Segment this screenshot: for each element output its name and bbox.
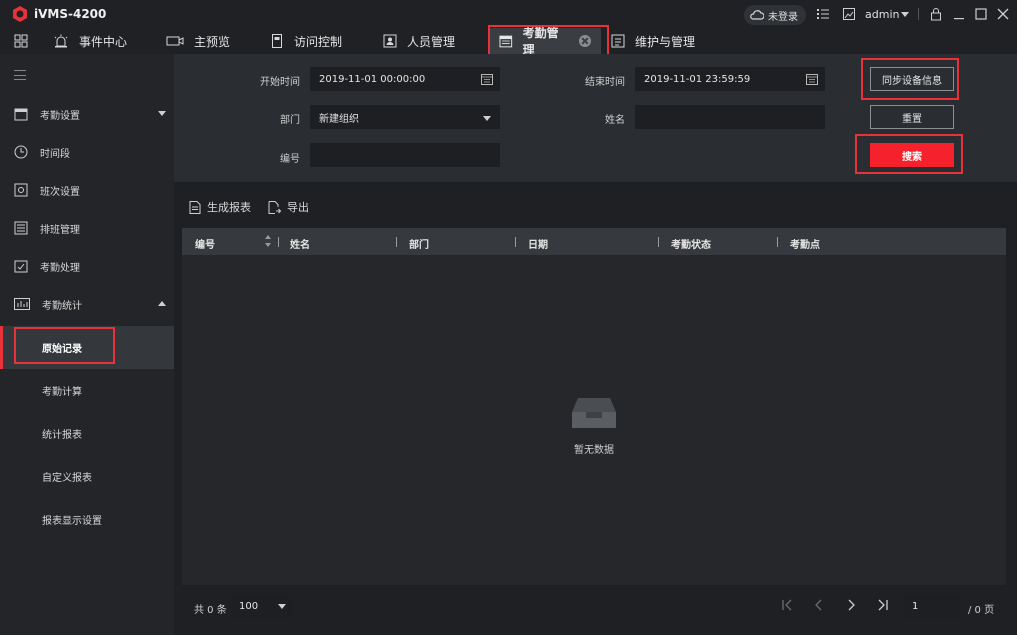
tab-event-center[interactable]: 事件中心 bbox=[53, 28, 127, 54]
column-separator[interactable] bbox=[658, 237, 659, 247]
name-input[interactable] bbox=[635, 105, 825, 129]
sidebar-item-attendance-statistics[interactable]: 考勤统计 bbox=[0, 285, 174, 323]
calendar-picker-icon[interactable] bbox=[481, 73, 493, 85]
login-status-label: 未登录 bbox=[768, 11, 798, 23]
start-time-input[interactable]: 2019-11-01 00:00:00 bbox=[310, 67, 500, 91]
chevron-down-icon bbox=[483, 116, 491, 121]
cloud-icon bbox=[750, 10, 764, 20]
sidebar-item-shift-settings[interactable]: 班次设置 bbox=[0, 171, 174, 209]
app-title: iVMS-4200 bbox=[34, 7, 107, 21]
alarm-light-icon bbox=[54, 34, 68, 48]
first-page-icon[interactable] bbox=[780, 598, 794, 612]
id-label: 编号 bbox=[280, 154, 300, 165]
column-header-department[interactable]: 部门 bbox=[409, 236, 429, 251]
check-calendar-icon bbox=[14, 260, 28, 273]
total-pages: / 0 页 bbox=[968, 605, 995, 616]
table-header: 编号 姓名 部门 日期 考勤状态 考勤点 bbox=[182, 228, 1006, 255]
export-button[interactable]: 导出 bbox=[268, 199, 309, 215]
end-time-label: 结束时间 bbox=[585, 77, 625, 88]
last-page-icon[interactable] bbox=[876, 598, 890, 612]
sidebar-item-attendance-handling[interactable]: 考勤处理 bbox=[0, 247, 174, 285]
column-separator[interactable] bbox=[515, 237, 516, 247]
lock-icon[interactable] bbox=[929, 7, 943, 21]
chevron-down-icon bbox=[278, 604, 286, 609]
end-time-input[interactable]: 2019-11-01 23:59:59 bbox=[635, 67, 825, 91]
pagination-bar: 共 0 条 100 1 / 0 页 bbox=[182, 590, 1006, 624]
calendar-picker-icon[interactable] bbox=[806, 73, 818, 85]
page-number-input[interactable]: 1 bbox=[904, 594, 960, 618]
column-header-name[interactable]: 姓名 bbox=[290, 236, 310, 251]
name-label: 姓名 bbox=[605, 115, 625, 126]
user-dropdown-caret-icon[interactable] bbox=[901, 12, 909, 17]
close-window-icon[interactable] bbox=[996, 7, 1010, 21]
column-separator[interactable] bbox=[278, 237, 279, 247]
search-button[interactable]: 搜索 bbox=[870, 143, 954, 167]
sidebar-item-attendance-settings[interactable]: 考勤设置 bbox=[0, 95, 174, 133]
app-logo-icon bbox=[13, 6, 27, 22]
tab-attendance-management[interactable]: 考勤管理 bbox=[489, 26, 601, 57]
login-status-button[interactable]: 未登录 bbox=[744, 5, 806, 25]
user-name[interactable]: admin bbox=[865, 8, 899, 21]
camera-icon bbox=[166, 36, 184, 46]
sidebar-item-time-period[interactable]: 时间段 bbox=[0, 133, 174, 171]
start-time-label: 开始时间 bbox=[260, 77, 300, 88]
collapse-caret-icon bbox=[158, 301, 166, 306]
calendar-icon bbox=[14, 108, 28, 121]
next-page-icon[interactable] bbox=[844, 598, 858, 612]
sidebar-subitem-attendance-calculation[interactable]: 考勤计算 bbox=[0, 369, 174, 412]
title-bar: iVMS-4200 未登录 admin bbox=[0, 0, 1017, 28]
divider bbox=[918, 8, 919, 20]
close-tab-icon[interactable] bbox=[579, 35, 591, 47]
door-panel-icon bbox=[272, 34, 282, 48]
tab-person-management[interactable]: 人员管理 bbox=[383, 28, 455, 54]
module-nav: 事件中心 主预览 访问控制 人员管理 考勤管理 维护与管理 bbox=[0, 26, 1017, 57]
calendar-icon bbox=[499, 35, 513, 48]
reset-button[interactable]: 重置 bbox=[870, 105, 954, 129]
module-grid-icon[interactable] bbox=[14, 34, 28, 48]
report-icon bbox=[189, 200, 201, 214]
maximize-icon[interactable] bbox=[974, 7, 988, 21]
maintenance-icon bbox=[611, 34, 625, 48]
sidebar: 考勤设置 时间段 班次设置 排班管理 考勤处理 考勤统计 原始记录 考勤计算 统… bbox=[0, 54, 174, 635]
table-body: 暂无数据 bbox=[182, 255, 1006, 585]
department-label: 部门 bbox=[280, 115, 300, 126]
person-card-icon bbox=[383, 34, 397, 48]
sidebar-subitem-custom-report[interactable]: 自定义报表 bbox=[0, 455, 174, 498]
tab-maintenance[interactable]: 维护与管理 bbox=[611, 28, 695, 54]
column-separator[interactable] bbox=[777, 237, 778, 247]
total-count: 共 0 条 bbox=[194, 605, 227, 616]
clock-icon bbox=[14, 145, 28, 159]
empty-state-text: 暂无数据 bbox=[574, 445, 614, 456]
sidebar-subitem-statistics-report[interactable]: 统计报表 bbox=[0, 412, 174, 455]
tab-access-control[interactable]: 访问控制 bbox=[270, 28, 342, 54]
filter-panel: 开始时间 2019-11-01 00:00:00 结束时间 2019-11-01… bbox=[174, 54, 1017, 182]
column-header-id[interactable]: 编号 bbox=[195, 236, 215, 251]
expand-caret-icon bbox=[158, 111, 166, 116]
schedule-icon bbox=[14, 221, 28, 235]
sidebar-subitem-report-display-settings[interactable]: 报表显示设置 bbox=[0, 498, 174, 541]
list-icon[interactable] bbox=[816, 7, 830, 21]
image-icon[interactable] bbox=[842, 7, 856, 21]
id-input[interactable] bbox=[310, 143, 500, 167]
column-header-attendance-status[interactable]: 考勤状态 bbox=[671, 236, 711, 251]
export-icon bbox=[268, 200, 281, 214]
minimize-icon[interactable] bbox=[952, 7, 966, 21]
sort-icon[interactable] bbox=[264, 234, 272, 248]
sidebar-subitem-raw-records[interactable]: 原始记录 bbox=[0, 326, 174, 369]
sidebar-item-schedule-management[interactable]: 排班管理 bbox=[0, 209, 174, 247]
previous-page-icon[interactable] bbox=[812, 598, 826, 612]
generate-report-button[interactable]: 生成报表 bbox=[189, 199, 251, 215]
shift-icon bbox=[14, 183, 28, 197]
empty-box-icon bbox=[572, 398, 616, 428]
sync-device-info-button[interactable]: 同步设备信息 bbox=[870, 67, 954, 91]
tab-main-preview[interactable]: 主预览 bbox=[166, 28, 230, 54]
menu-toggle-icon[interactable] bbox=[14, 70, 26, 80]
column-header-attendance-point[interactable]: 考勤点 bbox=[790, 236, 820, 251]
column-separator[interactable] bbox=[396, 237, 397, 247]
column-header-date[interactable]: 日期 bbox=[528, 236, 548, 251]
page-size-select[interactable]: 100 bbox=[232, 594, 294, 618]
statistics-icon bbox=[14, 298, 30, 310]
department-select[interactable]: 新建组织 bbox=[310, 105, 500, 129]
